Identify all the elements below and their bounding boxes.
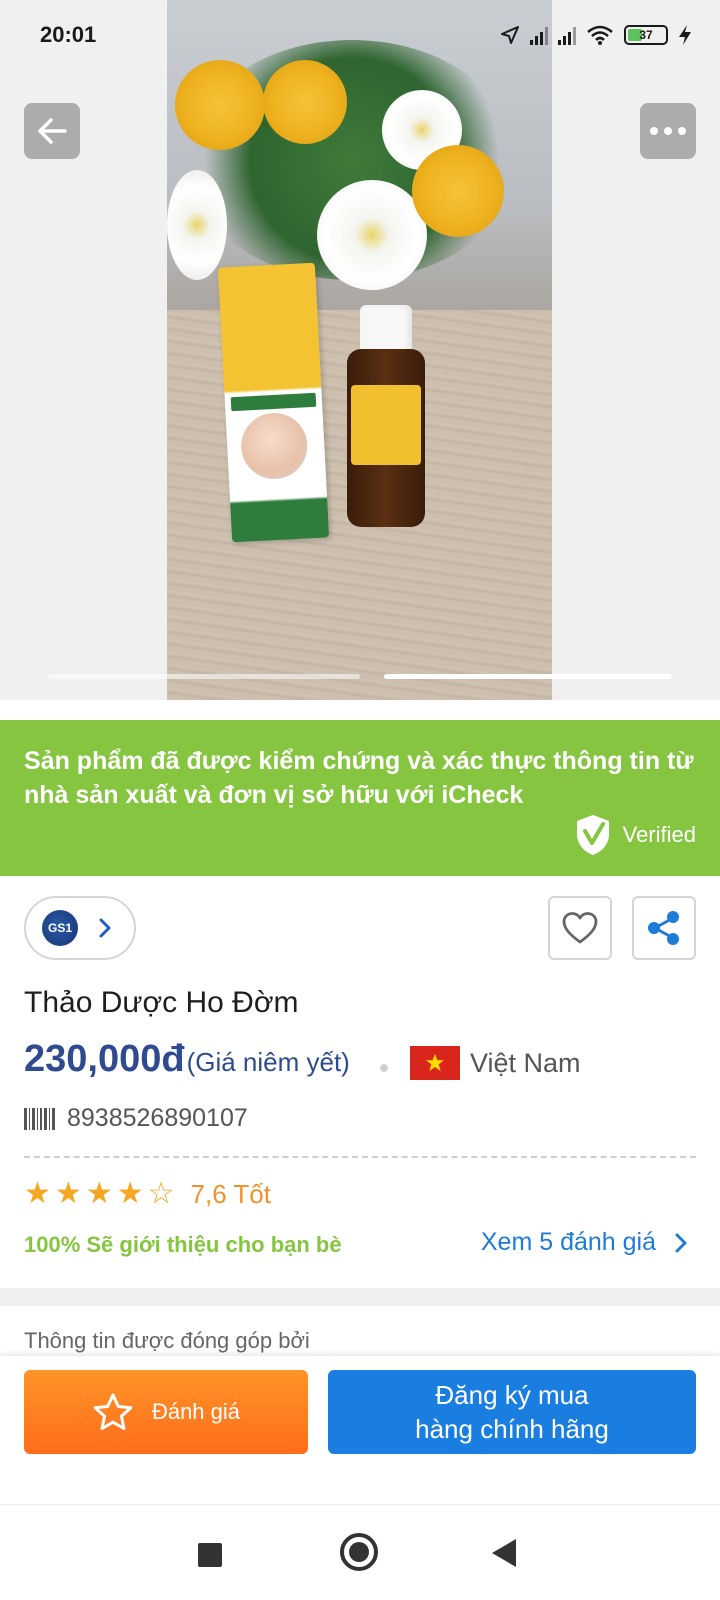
more-horizontal-icon	[650, 127, 686, 135]
verified-shield-icon	[576, 815, 609, 855]
rating-stars: ★ ★ ★ ★ ☆	[24, 1178, 175, 1210]
chevron-right-icon	[99, 918, 111, 938]
separator-dot	[380, 1064, 388, 1072]
location-arrow-icon	[501, 26, 519, 44]
status-bar: 20:01 37	[0, 0, 720, 70]
star-empty-icon: ☆	[147, 1177, 175, 1210]
verified-message: Sản phẩm đã được kiểm chứng và xác thực …	[24, 747, 694, 809]
chevron-right-icon	[675, 1233, 687, 1252]
share-button[interactable]	[632, 896, 696, 960]
verified-badge: Verified	[575, 814, 696, 856]
star-outline-icon	[93, 1393, 133, 1430]
barcode-icon	[24, 1107, 55, 1131]
signal-icon-2	[558, 25, 576, 45]
star-full-icon: ★	[85, 1177, 113, 1210]
wifi-icon	[587, 25, 613, 45]
product-image-carousel[interactable]	[0, 0, 720, 700]
home-icon[interactable]	[340, 1533, 378, 1571]
origin-country: Việt Nam	[470, 1048, 581, 1078]
star-full-icon: ★	[24, 1177, 51, 1210]
verified-banner: Sản phẩm đã được kiểm chứng và xác thực …	[0, 720, 720, 876]
back-triangle-icon[interactable]	[492, 1539, 516, 1567]
gs1-button[interactable]: GS1	[24, 896, 136, 960]
back-button[interactable]	[24, 103, 80, 159]
carousel-indicator-1	[48, 674, 360, 679]
favorite-button[interactable]	[548, 896, 612, 960]
view-reviews-label: Xem 5 đánh giá	[480, 1228, 656, 1256]
contributor-label: Thông tin được đóng góp bởi	[24, 1328, 310, 1353]
battery-level: 37	[639, 28, 653, 42]
signal-icon	[530, 25, 548, 45]
rating-row: ★ ★ ★ ★ ☆ 7,6 Tốt	[24, 1178, 271, 1210]
carousel-indicator-2-active	[384, 674, 672, 679]
system-navigation-bar	[0, 1504, 720, 1600]
rating-text: 7,6 Tốt	[190, 1178, 271, 1209]
product-photo	[167, 0, 552, 700]
recommend-text: 100% Sẽ giới thiệu cho bạn bè	[24, 1232, 342, 1257]
recent-apps-icon[interactable]	[198, 1543, 222, 1567]
verified-label: Verified	[622, 822, 696, 847]
product-name: Thảo Dược Ho Đờm	[24, 986, 299, 1019]
price-note: (Giá niêm yết)	[186, 1047, 350, 1077]
gs1-logo: GS1	[42, 910, 78, 946]
buy-line-1: Đăng ký mua	[435, 1380, 589, 1410]
status-icons: 37	[500, 22, 692, 48]
product-info-card: GS1 Thảo Dược Ho Đờm 230,000đ (Giá niêm …	[0, 876, 720, 1288]
rate-button[interactable]: Đánh giá	[24, 1370, 308, 1454]
share-icon	[648, 911, 679, 945]
more-options-button[interactable]	[640, 103, 696, 159]
register-buy-button[interactable]: Đăng ký mua hàng chính hãng	[328, 1370, 696, 1454]
barcode-row: 8938526890107	[24, 1104, 248, 1133]
heart-icon	[562, 912, 598, 944]
product-price: 230,000đ	[24, 1038, 185, 1080]
price-row: 230,000đ (Giá niêm yết)	[24, 1038, 350, 1081]
dashed-divider	[24, 1156, 696, 1158]
rate-button-label: Đánh giá	[151, 1399, 241, 1424]
charging-bolt-icon	[679, 25, 691, 45]
star-full-icon: ★	[54, 1177, 82, 1210]
bottom-action-bar: Đánh giá Đăng ký mua hàng chính hãng	[0, 1356, 720, 1504]
vietnam-flag-icon	[410, 1046, 460, 1080]
buy-line-2: hàng chính hãng	[415, 1414, 609, 1444]
arrow-left-icon	[38, 118, 67, 144]
view-reviews-link[interactable]: Xem 5 đánh giá	[481, 1228, 688, 1257]
status-time: 20:01	[40, 22, 97, 47]
section-divider	[0, 1288, 720, 1306]
battery-icon: 37	[624, 25, 668, 45]
barcode-number: 8938526890107	[67, 1104, 248, 1132]
star-full-icon: ★	[116, 1177, 144, 1210]
